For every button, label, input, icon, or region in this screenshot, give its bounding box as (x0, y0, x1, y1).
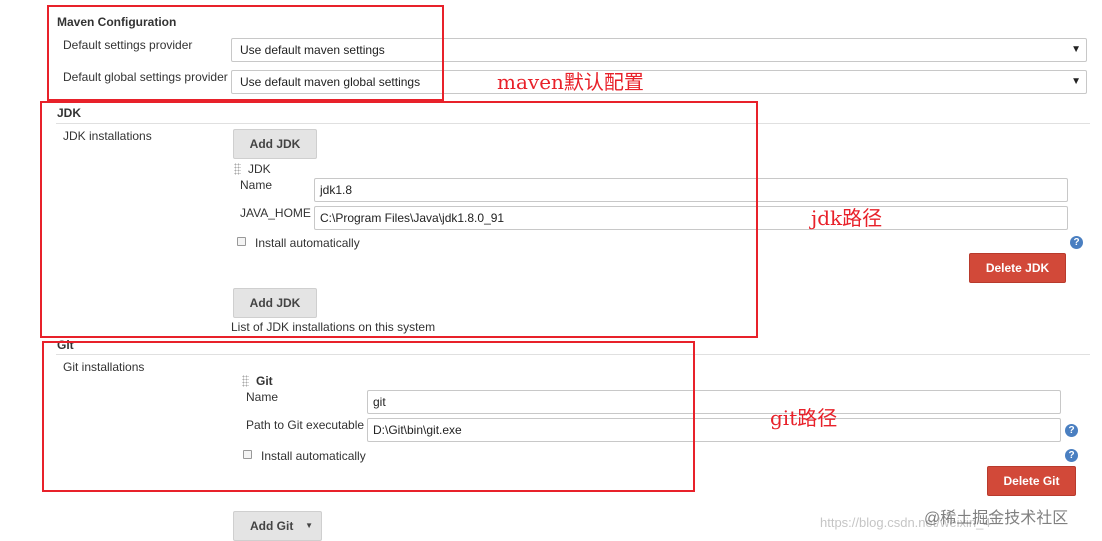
help-icon[interactable]: ? (1065, 424, 1078, 437)
help-icon[interactable]: ? (1070, 236, 1083, 249)
maven-annotation: maven默认配置 (497, 70, 644, 94)
help-icon[interactable]: ? (1065, 449, 1078, 462)
maven-highlight-box (47, 5, 444, 101)
add-git-button[interactable]: Add Git ▼ (233, 511, 322, 541)
git-annotation: git路径 (770, 406, 838, 430)
delete-jdk-button[interactable]: Delete JDK (969, 253, 1066, 283)
jdk-highlight-box (40, 101, 758, 338)
dropdown-arrow-icon: ▼ (1071, 76, 1081, 87)
jdk-annotation: jdk路径 (811, 206, 883, 230)
git-highlight-box (42, 341, 695, 492)
add-git-label: Add Git (250, 519, 294, 533)
watermark-brand: @稀土掘金技术社区 (924, 510, 1069, 527)
delete-git-button[interactable]: Delete Git (987, 466, 1076, 496)
dropdown-arrow-icon: ▼ (1071, 44, 1081, 55)
caret-down-icon: ▼ (305, 521, 313, 530)
